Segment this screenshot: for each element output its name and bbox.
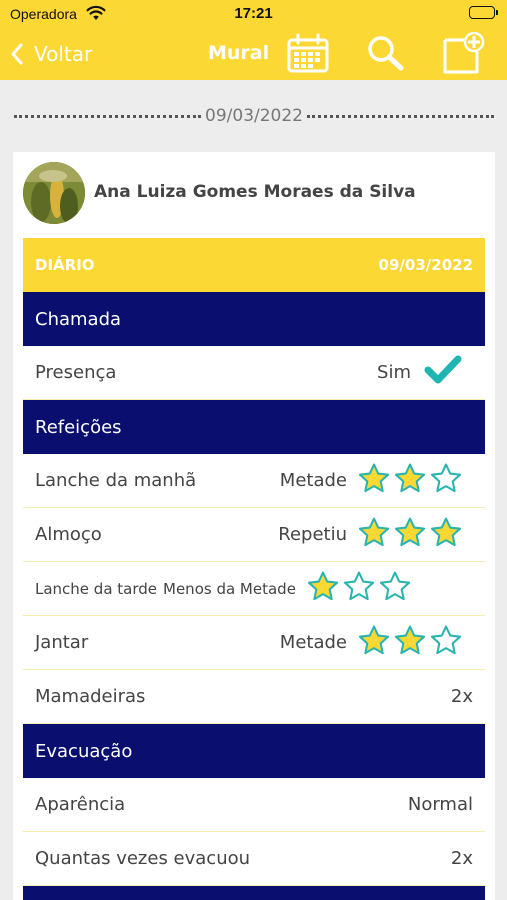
row-label: Jantar — [35, 632, 89, 653]
calendar-icon[interactable] — [286, 32, 330, 78]
dotted-line-left — [14, 114, 202, 118]
new-post-icon[interactable] — [441, 31, 485, 80]
star-filled-icon — [429, 516, 463, 553]
row-mamadeiras: Mamadeiras 2x — [23, 670, 485, 724]
star-filled-icon — [357, 624, 391, 661]
diary-card: Ana Luiza Gomes Moraes da Silva DIÁRIO 0… — [13, 152, 495, 900]
row-value: 2x — [450, 848, 473, 869]
diary-date: 09/03/2022 — [378, 256, 473, 274]
star-empty-icon — [429, 624, 463, 661]
star-rating — [306, 570, 412, 607]
row-value: Menos da Metade — [163, 579, 296, 598]
meal-row: Lanche da manhã Metade — [23, 454, 485, 508]
row-value: Metade — [279, 470, 347, 491]
feed-date: 09/03/2022 — [205, 106, 303, 126]
row-presenca: Presença Sim — [23, 346, 485, 400]
avatar[interactable] — [23, 162, 85, 224]
battery-icon — [469, 6, 498, 19]
row-label: Presença — [35, 362, 117, 383]
star-empty-icon — [429, 462, 463, 499]
status-time: 17:21 — [234, 5, 273, 22]
meal-row: Almoço Repetiu — [23, 508, 485, 562]
star-filled-icon — [393, 516, 427, 553]
meal-row: Jantar Metade — [23, 616, 485, 670]
status-bar: Operadora 17:21 — [0, 0, 507, 28]
search-icon[interactable] — [364, 32, 408, 78]
row-label: Quantas vezes evacuou — [35, 848, 251, 869]
row-label: Lanche da manhã — [35, 470, 197, 491]
section-header-evacuacao: Evacuação — [23, 724, 485, 778]
section-header-next — [23, 886, 485, 900]
row-value: Repetiu — [278, 524, 347, 545]
meal-rows: Lanche da manhã Metade Almoço Repetiu Lanche… — [23, 454, 485, 670]
dotted-line-right — [307, 114, 495, 118]
row-label: Lanche da tarde — [35, 579, 158, 598]
diary-rows: Chamada Presença Sim Refeições Lanche da… — [23, 292, 485, 900]
star-filled-icon — [357, 516, 391, 553]
row-vezes-evacuou: Quantas vezes evacuou 2x — [23, 832, 485, 886]
diary-label: DIÁRIO — [35, 256, 95, 274]
row-label: Almoço — [35, 524, 102, 545]
star-empty-icon — [378, 570, 412, 607]
chevron-left-icon — [11, 43, 23, 65]
row-value: Sim — [377, 362, 411, 383]
row-value: Metade — [279, 632, 347, 653]
section-header-refeicoes: Refeições — [23, 400, 485, 454]
checkmark-icon — [423, 355, 463, 390]
row-value: Normal — [407, 794, 473, 815]
star-rating — [357, 624, 463, 661]
star-filled-icon — [306, 570, 340, 607]
diary-header: DIÁRIO 09/03/2022 — [23, 238, 485, 292]
navigation-bar: Voltar Mural — [0, 28, 507, 80]
student-name: Ana Luiza Gomes Moraes da Silva — [94, 182, 416, 202]
star-rating — [357, 516, 463, 553]
section-header-chamada: Chamada — [23, 292, 485, 346]
meal-row: Lanche da tarde Menos da Metade — [23, 562, 485, 616]
star-rating — [357, 462, 463, 499]
row-aparencia: Aparência Normal — [23, 778, 485, 832]
page-title: Mural — [208, 42, 270, 64]
star-filled-icon — [357, 462, 391, 499]
back-button[interactable]: Voltar — [10, 40, 92, 68]
back-label: Voltar — [34, 42, 93, 66]
row-value: 2x — [450, 686, 473, 707]
date-divider: 09/03/2022 — [14, 104, 495, 128]
row-label: Aparência — [35, 794, 126, 815]
star-filled-icon — [393, 624, 427, 661]
row-label: Mamadeiras — [35, 686, 146, 707]
star-empty-icon — [342, 570, 376, 607]
star-filled-icon — [393, 462, 427, 499]
